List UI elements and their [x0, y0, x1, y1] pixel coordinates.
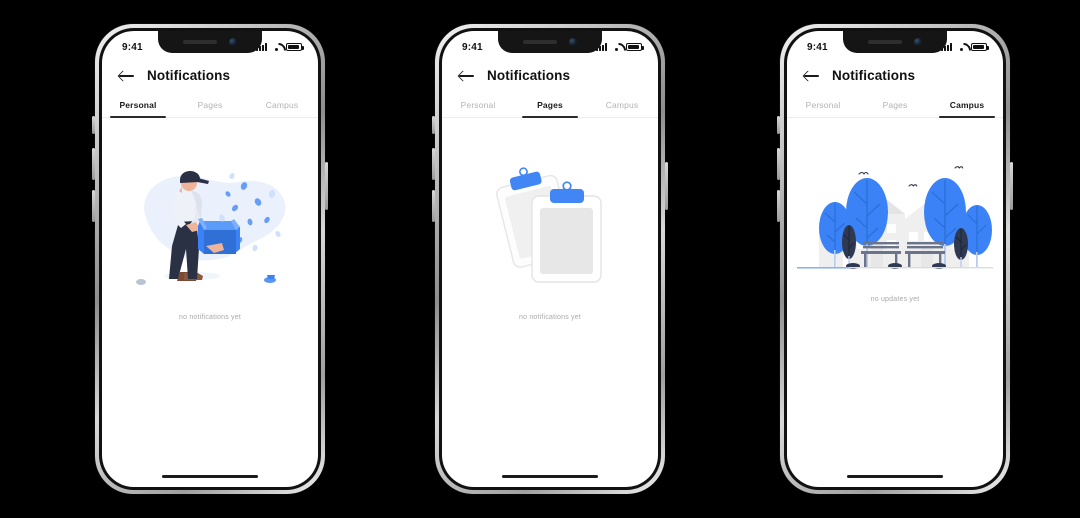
phone-screen-personal: 9:41 Notifications Personal Pages Campus	[102, 31, 318, 487]
tab-pages[interactable]: Pages	[859, 93, 931, 117]
tab-personal[interactable]: Personal	[102, 93, 174, 118]
tab-pages[interactable]: Pages	[174, 93, 246, 117]
empty-state-campus: no updates yet	[787, 118, 1003, 484]
tab-personal[interactable]: Personal	[787, 93, 859, 117]
tab-bar: Personal Pages Campus	[442, 93, 658, 118]
campus-park-illustration	[787, 156, 1003, 274]
volume-down-button[interactable]	[432, 190, 435, 222]
phone-screen-campus: 9:41 Notifications Personal Pages Campus	[787, 31, 1003, 487]
power-button[interactable]	[325, 162, 328, 210]
tab-campus[interactable]: Campus	[246, 93, 318, 117]
screenshot-canvas: 9:41 Notifications Personal Pages Campus	[0, 0, 1080, 518]
phone-mockup-pages: 9:41 Notifications Personal Pages Campus	[432, 24, 668, 494]
earpiece-speaker-icon	[523, 40, 557, 44]
status-time: 9:41	[462, 41, 483, 53]
mute-switch[interactable]	[432, 116, 435, 134]
empty-state-caption: no notifications yet	[179, 314, 241, 321]
volume-up-button[interactable]	[777, 148, 780, 180]
home-indicator[interactable]	[502, 474, 598, 478]
status-icon-group	[941, 43, 989, 51]
back-arrow-icon[interactable]	[119, 69, 134, 82]
phone-bezel: 9:41 Notifications Personal Pages Campus	[439, 28, 661, 490]
front-camera-icon	[569, 38, 577, 46]
wifi-icon	[956, 43, 967, 51]
page-title: Notifications	[487, 68, 571, 83]
status-icon-group	[256, 43, 304, 51]
clipboards-illustration	[442, 164, 658, 288]
empty-state-pages: no notifications yet	[442, 118, 658, 484]
volume-up-button[interactable]	[92, 148, 95, 180]
tab-personal[interactable]: Personal	[442, 93, 514, 117]
home-indicator[interactable]	[162, 474, 258, 478]
tab-bar: Personal Pages Campus	[787, 93, 1003, 118]
app-header: Notifications	[787, 57, 1003, 93]
phone-notch	[498, 31, 602, 53]
front-camera-icon	[914, 38, 922, 46]
status-icon-group	[596, 43, 644, 51]
wifi-icon	[271, 43, 282, 51]
wifi-icon	[611, 43, 622, 51]
page-title: Notifications	[832, 68, 916, 83]
status-time: 9:41	[122, 41, 143, 53]
earpiece-speaker-icon	[183, 40, 217, 44]
front-camera-icon	[229, 38, 237, 46]
volume-down-button[interactable]	[92, 190, 95, 222]
empty-state-personal: no notifications yet	[102, 118, 318, 484]
tab-campus[interactable]: Campus	[931, 93, 1003, 118]
battery-icon	[286, 43, 304, 51]
phone-screen-pages: 9:41 Notifications Personal Pages Campus	[442, 31, 658, 487]
tab-bar: Personal Pages Campus	[102, 93, 318, 118]
battery-icon	[626, 43, 644, 51]
back-arrow-icon[interactable]	[804, 69, 819, 82]
earpiece-speaker-icon	[868, 40, 902, 44]
power-button[interactable]	[665, 162, 668, 210]
status-time: 9:41	[807, 41, 828, 53]
app-header: Notifications	[442, 57, 658, 93]
back-arrow-icon[interactable]	[459, 69, 474, 82]
person-carrying-box-illustration	[102, 156, 318, 288]
mute-switch[interactable]	[777, 116, 780, 134]
phone-mockup-personal: 9:41 Notifications Personal Pages Campus	[92, 24, 328, 494]
phone-mockup-campus: 9:41 Notifications Personal Pages Campus	[777, 24, 1013, 494]
power-button[interactable]	[1010, 162, 1013, 210]
home-indicator[interactable]	[847, 474, 943, 478]
phone-bezel: 9:41 Notifications Personal Pages Campus	[784, 28, 1006, 490]
phone-notch	[843, 31, 947, 53]
phone-notch	[158, 31, 262, 53]
empty-state-caption: no updates yet	[870, 296, 920, 303]
tab-campus[interactable]: Campus	[586, 93, 658, 117]
volume-up-button[interactable]	[432, 148, 435, 180]
mute-switch[interactable]	[92, 116, 95, 134]
tab-pages[interactable]: Pages	[514, 93, 586, 118]
app-header: Notifications	[102, 57, 318, 93]
volume-down-button[interactable]	[777, 190, 780, 222]
empty-state-caption: no notifications yet	[519, 314, 581, 321]
phone-bezel: 9:41 Notifications Personal Pages Campus	[99, 28, 321, 490]
page-title: Notifications	[147, 68, 231, 83]
battery-icon	[971, 43, 989, 51]
